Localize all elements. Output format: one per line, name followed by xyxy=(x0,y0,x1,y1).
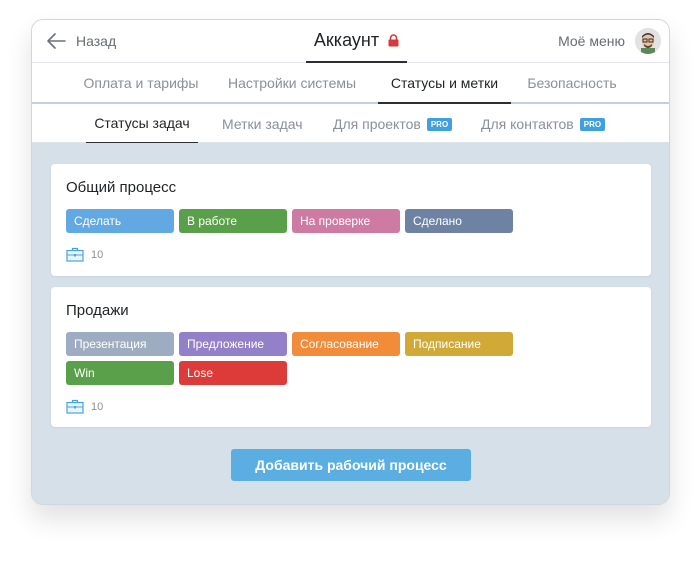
tab-statuses-labels[interactable]: Статусы и метки xyxy=(378,63,511,104)
subtab-label: Статусы задач xyxy=(94,115,190,131)
add-workflow-button[interactable]: Добавить рабочий процесс xyxy=(231,449,471,481)
main-tabs: Оплата и тарифы Настройки системы Статус… xyxy=(32,63,669,104)
subtab-label: Метки задач xyxy=(222,116,303,132)
status-chip[interactable]: Презентация xyxy=(66,332,174,356)
status-chip[interactable]: В работе xyxy=(179,209,287,233)
status-chip[interactable]: Предложение xyxy=(179,332,287,356)
page-title: Аккаунт xyxy=(306,20,407,63)
subtab-task-statuses[interactable]: Статусы задач xyxy=(86,104,198,144)
pro-badge: PRO xyxy=(579,117,606,131)
user-avatar-icon xyxy=(635,28,661,54)
back-button[interactable]: Назад xyxy=(46,32,116,50)
content-area: Общий процесс Сделать В работе На провер… xyxy=(32,143,669,504)
tab-system-settings[interactable]: Настройки системы xyxy=(224,63,360,104)
back-label: Назад xyxy=(76,33,117,49)
page-title-text: Аккаунт xyxy=(313,30,380,50)
account-window: Назад Аккаунт Моё меню Оплата и тарифы Н… xyxy=(31,19,670,505)
lock-icon xyxy=(388,34,399,47)
subtab-label: Для проектов xyxy=(333,116,421,132)
process-name: Общий процесс xyxy=(66,179,177,196)
avatar[interactable] xyxy=(635,28,661,54)
task-count-value: 10 xyxy=(91,400,104,413)
subtab-task-labels[interactable]: Метки задач xyxy=(222,104,303,144)
subtab-contacts[interactable]: Для контактов PRO xyxy=(481,104,606,144)
process-name: Продажи xyxy=(66,302,129,319)
subtab-label: Для контактов xyxy=(481,116,574,132)
status-chip[interactable]: Подписание xyxy=(405,332,513,356)
status-chip[interactable]: На проверке xyxy=(292,209,400,233)
task-count: 10 xyxy=(66,247,103,262)
pro-badge: PRO xyxy=(426,117,453,131)
top-bar: Назад Аккаунт Моё меню xyxy=(32,20,669,63)
process-card-sales[interactable]: Продажи Презентация Предложение Согласов… xyxy=(51,287,651,427)
status-chip[interactable]: Сделать xyxy=(66,209,174,233)
status-chip[interactable]: Win xyxy=(66,361,174,385)
tab-billing[interactable]: Оплата и тарифы xyxy=(78,63,204,104)
sub-tabs: Статусы задач Метки задач Для проектов P… xyxy=(32,104,669,144)
task-count: 10 xyxy=(66,399,103,414)
status-chip[interactable]: Lose xyxy=(179,361,287,385)
status-chip[interactable]: Согласование xyxy=(292,332,400,356)
briefcase-icon xyxy=(66,399,84,414)
briefcase-icon xyxy=(66,247,84,262)
task-count-value: 10 xyxy=(91,248,104,261)
arrow-left-icon xyxy=(47,33,66,49)
tab-security[interactable]: Безопасность xyxy=(525,63,619,104)
process-card-general[interactable]: Общий процесс Сделать В работе На провер… xyxy=(51,164,651,276)
status-chip[interactable]: Сделано xyxy=(405,209,513,233)
my-menu-link[interactable]: Моё меню xyxy=(558,33,625,49)
subtab-projects[interactable]: Для проектов PRO xyxy=(333,104,453,144)
